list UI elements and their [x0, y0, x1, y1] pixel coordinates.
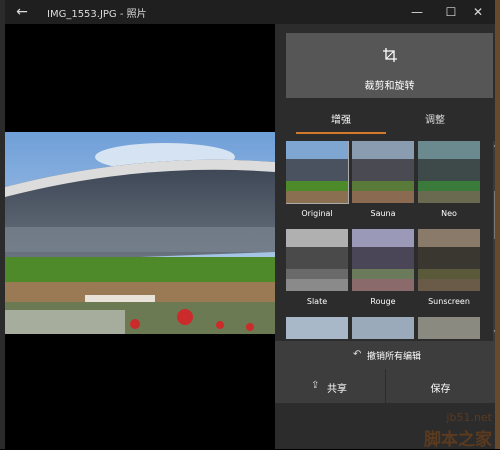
photos-window: ← IMG_1553.JPG - 照片 — ☐ ✕ 裁剪和旋转 增强 调整 Or…	[5, 0, 499, 449]
filter-slate[interactable]: Slate	[286, 229, 348, 306]
revert-all-label: 撤销所有编辑	[367, 352, 422, 362]
save-button[interactable]: 保存	[386, 369, 495, 403]
filter-label: Sauna	[370, 209, 396, 218]
tab-enhance[interactable]: 增强	[296, 110, 386, 134]
filter-thumbnail	[286, 141, 349, 204]
crop-rotate-button[interactable]: 裁剪和旋转	[286, 33, 493, 98]
tab-adjust[interactable]: 调整	[390, 110, 480, 134]
filter-neo[interactable]: Neo	[418, 141, 480, 218]
close-button[interactable]: ✕	[461, 0, 495, 24]
filter-thumbnail	[352, 229, 414, 291]
filter-sauna[interactable]: Sauna	[352, 141, 414, 218]
edit-panel: 裁剪和旋转 增强 调整 Original Sauna Neo Slate Rou…	[275, 24, 499, 449]
photo-viewer	[5, 24, 275, 449]
minimize-icon: —	[411, 5, 423, 19]
stadium-photo	[5, 132, 275, 334]
share-button[interactable]: ⇪ 共享	[275, 369, 385, 403]
crop-icon	[383, 48, 397, 62]
watermark-url: jb51.net	[446, 411, 492, 424]
titlebar: ← IMG_1553.JPG - 照片 — ☐ ✕	[5, 0, 495, 24]
revert-all-button[interactable]: ↶ 撤销所有编辑	[275, 341, 495, 369]
filter-label: Neo	[441, 209, 457, 218]
filter-thumbnail	[418, 317, 480, 339]
filter-sunscreen[interactable]: Sunscreen	[418, 229, 480, 306]
filter-thumbnail	[286, 317, 348, 339]
filter-item[interactable]	[286, 317, 348, 339]
edit-tabs: 增强 调整	[286, 110, 493, 134]
filter-thumbnail	[286, 229, 348, 291]
desktop-right-edge	[495, 0, 500, 449]
maximize-icon: ☐	[445, 5, 457, 19]
filter-item[interactable]	[352, 317, 414, 339]
back-button[interactable]: ←	[13, 3, 31, 21]
filter-thumbnail	[418, 229, 480, 291]
filter-thumbnail	[352, 317, 414, 339]
close-icon: ✕	[472, 5, 484, 19]
crop-rotate-label: 裁剪和旋转	[364, 81, 415, 92]
filter-grid: Original Sauna Neo Slate Rouge Sunscreen	[286, 141, 493, 339]
filter-label: Slate	[306, 297, 328, 306]
active-tab-indicator	[296, 132, 386, 134]
undo-icon: ↶	[353, 349, 362, 360]
share-label: 共享	[327, 384, 347, 395]
filter-item[interactable]	[418, 317, 480, 339]
filter-rouge[interactable]: Rouge	[352, 229, 414, 306]
filter-label: Sunscreen	[428, 297, 470, 306]
filter-original[interactable]: Original	[286, 141, 349, 218]
share-icon: ⇪	[311, 380, 320, 391]
filter-thumbnail	[418, 141, 480, 203]
filter-label: Original	[301, 209, 333, 218]
save-label: 保存	[430, 384, 451, 395]
arrow-left-icon: ←	[16, 4, 28, 20]
minimize-button[interactable]: —	[400, 0, 434, 24]
filter-label: Rouge	[370, 297, 396, 306]
watermark-name: 脚本之家	[424, 430, 492, 450]
window-title: IMG_1553.JPG - 照片	[47, 9, 147, 20]
watermark: jb51.net 脚本之家	[388, 407, 498, 450]
filter-thumbnail	[352, 141, 414, 203]
